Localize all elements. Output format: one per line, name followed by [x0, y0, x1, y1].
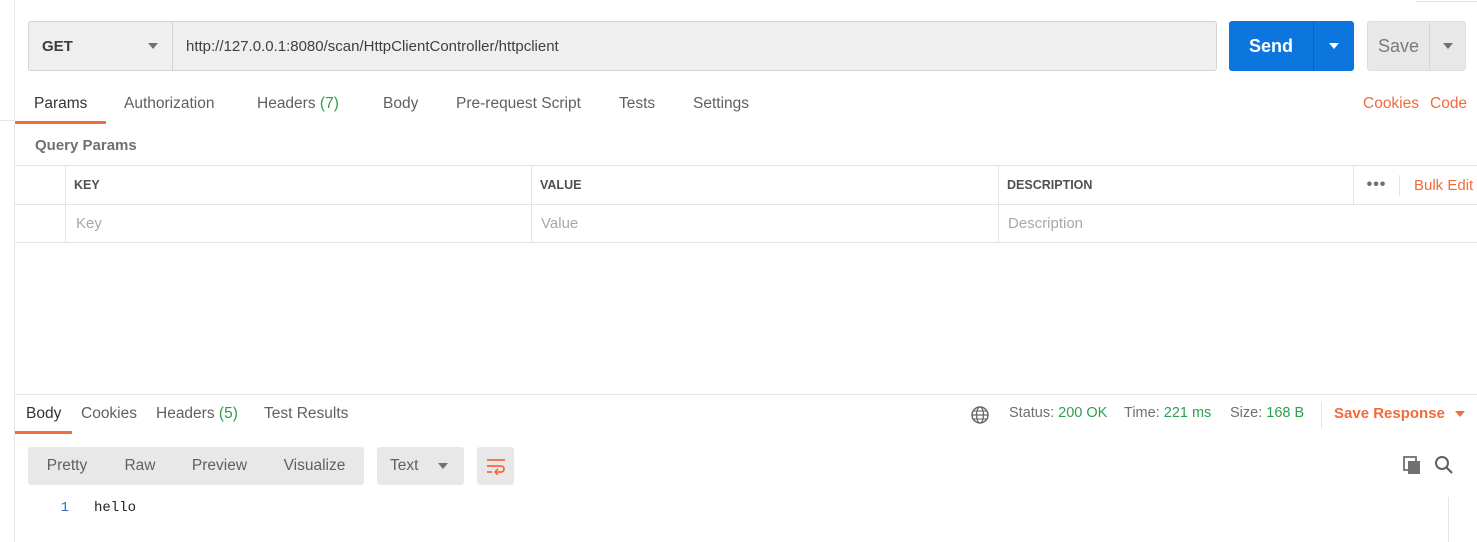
frame-divider [1416, 0, 1477, 2]
tab-headers[interactable]: Headers (7) [257, 86, 339, 124]
column-header-key: KEY [65, 166, 532, 204]
copy-icon[interactable] [1402, 455, 1422, 475]
frame-divider [0, 120, 15, 121]
method-select[interactable]: GET [29, 22, 173, 70]
chevron-down-icon [148, 43, 158, 49]
key-input[interactable]: Key [65, 205, 532, 242]
chevron-down-icon [1329, 43, 1339, 49]
response-divider [15, 394, 1477, 395]
tab-tests[interactable]: Tests [619, 86, 655, 124]
save-response-button[interactable]: Save Response [1334, 405, 1465, 422]
value-placeholder: Value [541, 215, 579, 232]
line-number: 1 [60, 500, 69, 516]
save-button[interactable]: Save [1368, 22, 1430, 70]
description-placeholder: Description [1008, 215, 1084, 232]
response-tab-test-results[interactable]: Test Results [264, 396, 348, 434]
format-label: Text [390, 457, 419, 474]
view-preview[interactable]: Preview [174, 447, 265, 485]
size-value[interactable]: 168 B [1266, 405, 1304, 421]
chevron-down-icon [1454, 410, 1465, 417]
method-label: GET [42, 37, 73, 55]
status-label: Status: [1009, 405, 1055, 421]
table-header-row: KEY VALUE DESCRIPTION ••• Bulk Edit [15, 165, 1477, 204]
column-header-description: DESCRIPTION [998, 166, 1354, 204]
send-button-group: Send [1229, 21, 1354, 71]
response-view-selector: Pretty Raw Preview Visualize [28, 447, 364, 485]
description-input[interactable]: Description [998, 205, 1477, 242]
value-input[interactable]: Value [531, 205, 998, 242]
status-readout: Status: 200 OK [1009, 405, 1107, 421]
globe-icon[interactable] [970, 405, 990, 425]
request-bar: GET http://127.0.0.1:8080/scan/HttpClien… [28, 21, 1217, 71]
code-link[interactable]: Code [1430, 95, 1467, 113]
frame-divider [14, 0, 15, 120]
tab-body[interactable]: Body [383, 86, 418, 124]
response-headers-label: Headers [156, 405, 215, 422]
save-response-label: Save Response [1334, 405, 1445, 422]
tab-settings[interactable]: Settings [693, 86, 749, 124]
send-options-button[interactable] [1314, 21, 1354, 71]
tab-authorization[interactable]: Authorization [124, 86, 214, 124]
search-icon[interactable] [1434, 455, 1454, 475]
tab-prerequest-script[interactable]: Pre-request Script [456, 86, 581, 124]
save-button-group: Save [1367, 21, 1466, 71]
view-raw[interactable]: Raw [106, 447, 174, 485]
response-tab-headers[interactable]: Headers (5) [156, 396, 238, 434]
tab-headers-label: Headers [257, 95, 316, 112]
view-visualize[interactable]: Visualize [265, 447, 364, 485]
word-wrap-button[interactable] [477, 447, 514, 485]
view-pretty[interactable]: Pretty [28, 447, 106, 485]
word-wrap-icon [486, 459, 505, 475]
url-value: http://127.0.0.1:8080/scan/HttpClientCon… [186, 37, 559, 55]
response-tab-cookies[interactable]: Cookies [81, 396, 137, 434]
chevron-down-icon [438, 463, 448, 469]
time-label: Time: [1124, 405, 1160, 421]
cookies-link[interactable]: Cookies [1363, 95, 1419, 113]
send-button[interactable]: Send [1229, 21, 1314, 71]
query-params-title: Query Params [35, 137, 137, 154]
scrollbar[interactable] [1448, 497, 1449, 542]
response-headers-count: (5) [218, 405, 238, 422]
more-options-icon[interactable]: ••• [1353, 166, 1399, 204]
bulk-edit-link[interactable]: Bulk Edit [1399, 166, 1473, 204]
table-row: Key Value Description [15, 204, 1477, 243]
tab-params[interactable]: Params [14, 86, 107, 124]
response-tab-body[interactable]: Body [14, 396, 73, 434]
tab-headers-count: (7) [319, 95, 339, 112]
save-options-button[interactable] [1430, 22, 1465, 70]
status-value[interactable]: 200 OK [1058, 405, 1107, 421]
chevron-down-icon [1442, 43, 1453, 49]
key-placeholder: Key [76, 215, 102, 232]
column-header-value: VALUE [531, 166, 998, 204]
url-input[interactable]: http://127.0.0.1:8080/scan/HttpClientCon… [173, 22, 1216, 70]
size-label: Size: [1230, 405, 1263, 421]
params-table: KEY VALUE DESCRIPTION ••• Bulk Edit Key … [15, 165, 1477, 243]
time-value[interactable]: 221 ms [1164, 405, 1212, 421]
time-readout: Time: 221 ms [1124, 405, 1211, 421]
size-readout: Size: 168 B [1230, 405, 1304, 421]
response-body-text: hello [94, 500, 137, 516]
format-select[interactable]: Text [377, 447, 464, 485]
divider [1321, 402, 1322, 428]
